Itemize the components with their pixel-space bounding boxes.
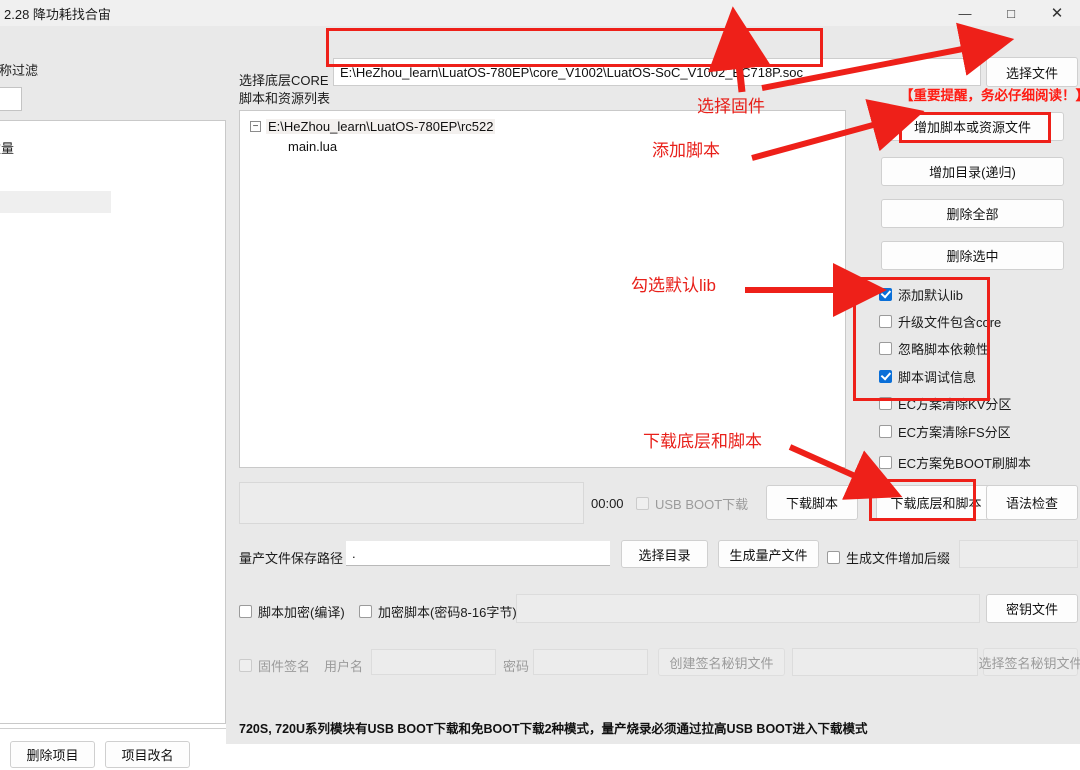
checkbox-usb-boot-download[interactable]: [636, 497, 649, 510]
checkbox-script-debug-info[interactable]: [879, 370, 892, 383]
option-usb-boot-download[interactable]: USB BOOT下载: [636, 494, 748, 513]
add-directory-recursive-button[interactable]: 增加目录(递归): [881, 157, 1064, 186]
delete-project-button[interactable]: 删除项目: [10, 740, 95, 768]
close-icon[interactable]: ✕: [1034, 0, 1080, 26]
core-label: 选择底层CORE: [239, 73, 329, 88]
add-script-or-resource-button[interactable]: 增加脚本或资源文件: [881, 112, 1064, 141]
checkbox-ec-boot-free-flash-script[interactable]: [879, 456, 892, 469]
option-label: EC方案清除KV分区: [898, 397, 1012, 412]
checkbox-ignore-script-dependency[interactable]: [879, 342, 892, 355]
choose-directory-button[interactable]: 选择目录: [621, 540, 708, 568]
project-list-selected-row[interactable]: [0, 191, 111, 213]
main-panel: 选择底层CORE E:\HeZhou_learn\LuatOS-780EP\co…: [226, 26, 1080, 744]
rename-project-button[interactable]: 项目改名: [105, 740, 190, 768]
suffix-input[interactable]: [959, 540, 1078, 568]
username-label: 用户名: [324, 659, 364, 674]
checkbox-add-suffix[interactable]: [827, 551, 840, 564]
massprod-path-label: 量产文件保存路径: [239, 551, 344, 566]
option-label: 脚本调试信息: [898, 370, 977, 385]
checkbox-ec-clear-fs-partition[interactable]: [879, 425, 892, 438]
option-label: EC方案免BOOT刷脚本: [898, 456, 1031, 471]
encrypt-script-label: 加密脚本(密码8-16字节): [378, 605, 517, 620]
collapse-icon[interactable]: −: [250, 121, 261, 132]
choose-file-button[interactable]: 选择文件: [986, 57, 1078, 87]
delete-all-button[interactable]: 删除全部: [881, 199, 1064, 228]
add-suffix-label: 生成文件增加后缀: [846, 551, 951, 566]
option-ec-clear-kv-partition[interactable]: EC方案清除KV分区: [879, 394, 1011, 413]
option-firmware-sign[interactable]: 固件签名: [239, 656, 310, 675]
checkbox-upgrade-file-include-core[interactable]: [879, 315, 892, 328]
sign-key-path-input[interactable]: [792, 648, 978, 676]
option-ec-boot-free-flash-script[interactable]: EC方案免BOOT刷脚本: [879, 453, 1031, 472]
option-ec-clear-fs-partition[interactable]: EC方案清除FS分区: [879, 422, 1011, 441]
checkbox-add-default-lib[interactable]: [879, 288, 892, 301]
option-label: 添加默认lib: [898, 288, 964, 303]
left-panel-divider: [0, 728, 226, 729]
tree-root-label: E:\HeZhou_learn\LuatOS-780EP\rc522: [266, 119, 496, 134]
left-panel: 名称过滤 数量 删除项目 项目改名: [0, 26, 226, 768]
script-list-label: 脚本和资源列表: [239, 91, 331, 106]
checkbox-ec-clear-kv-partition[interactable]: [879, 397, 892, 410]
left-panel-buttons: 删除项目 项目改名: [0, 738, 226, 770]
option-add-suffix[interactable]: 生成文件增加后缀: [827, 548, 950, 567]
firmware-sign-label: 固件签名: [258, 659, 311, 674]
core-path-input[interactable]: E:\HeZhou_learn\LuatOS-780EP\core_V1002\…: [333, 58, 981, 86]
option-encrypt-script[interactable]: 加密脚本(密码8-16字节): [359, 602, 517, 621]
option-label: 忽略脚本依赖性: [898, 342, 990, 357]
checkbox-script-encrypt[interactable]: [239, 605, 252, 618]
generate-massprod-file-button[interactable]: 生成量产文件: [718, 540, 819, 568]
checkbox-firmware-sign[interactable]: [239, 659, 252, 672]
count-label: 数量: [0, 141, 15, 156]
username-input[interactable]: [371, 649, 496, 675]
maximize-icon[interactable]: □: [988, 0, 1034, 26]
name-filter-input[interactable]: [0, 87, 22, 111]
option-label: EC方案清除FS分区: [898, 425, 1011, 440]
key-file-button[interactable]: 密钥文件: [986, 594, 1078, 623]
option-upgrade-file-include-core[interactable]: 升级文件包含core: [879, 312, 1001, 331]
window-controls: — □ ✕: [942, 0, 1080, 26]
window-title: 2.28 降功耗找合宙: [4, 6, 111, 22]
download-timer: 00:00: [591, 496, 624, 511]
password-input[interactable]: [533, 649, 648, 675]
option-script-debug-info[interactable]: 脚本调试信息: [879, 367, 976, 386]
password-label: 密码: [503, 659, 530, 674]
usb-boot-label: USB BOOT下载: [655, 497, 749, 512]
create-sign-key-file-button[interactable]: 创建签名秘钥文件: [658, 648, 785, 676]
encrypt-password-input[interactable]: [516, 594, 980, 623]
massprod-path-input[interactable]: .: [346, 541, 610, 566]
delete-selected-button[interactable]: 删除选中: [881, 241, 1064, 270]
download-progress-bar: [239, 482, 584, 524]
window-titlebar: 2.28 降功耗找合宙 — □ ✕: [0, 0, 1080, 26]
script-encrypt-label: 脚本加密(编译): [258, 605, 345, 620]
download-script-button[interactable]: 下载脚本: [766, 485, 858, 520]
option-ignore-script-dependency[interactable]: 忽略脚本依赖性: [879, 339, 989, 358]
choose-sign-key-file-button[interactable]: 选择签名秘钥文件: [979, 648, 1080, 676]
tree-root-row[interactable]: − E:\HeZhou_learn\LuatOS-780EP\rc522: [250, 119, 496, 134]
tree-child-item[interactable]: main.lua: [288, 139, 337, 154]
option-script-encrypt[interactable]: 脚本加密(编译): [239, 602, 345, 621]
name-filter-label: 名称过滤: [0, 63, 39, 78]
script-resource-tree[interactable]: − E:\HeZhou_learn\LuatOS-780EP\rc522 mai…: [239, 110, 846, 468]
checkbox-encrypt-script[interactable]: [359, 605, 372, 618]
bottom-hint-text: 720S, 720U系列模块有USB BOOT下载和免BOOT下载2种模式，量产…: [239, 722, 868, 736]
option-label: 升级文件包含core: [898, 315, 1002, 330]
project-list[interactable]: [0, 120, 226, 724]
option-add-default-lib[interactable]: 添加默认lib: [879, 285, 963, 304]
minimize-icon[interactable]: —: [942, 0, 988, 26]
syntax-check-button[interactable]: 语法检查: [986, 485, 1078, 520]
download-core-and-script-button[interactable]: 下载底层和脚本: [876, 485, 996, 520]
